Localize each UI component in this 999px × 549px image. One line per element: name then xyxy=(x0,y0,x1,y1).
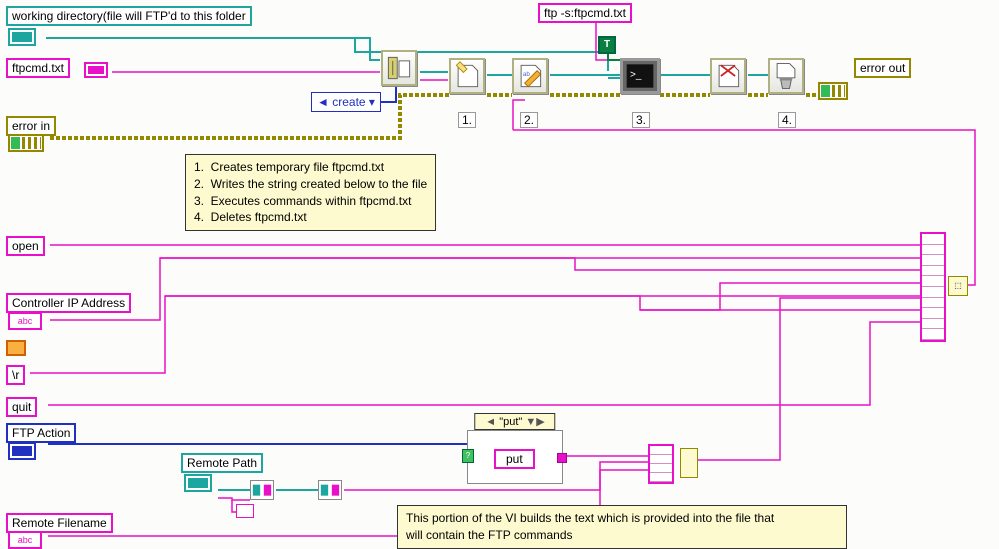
remote-path-terminal[interactable] xyxy=(184,474,212,492)
system-exec-node[interactable]: >_ xyxy=(620,58,660,94)
remote-filename-label: Remote Filename xyxy=(6,513,113,533)
steps-note: 1. Creates temporary file ftpcmd.txt 2. … xyxy=(185,154,436,231)
ftp-s-const: ftp -s:ftpcmd.txt xyxy=(538,3,632,23)
case-output-tunnel xyxy=(557,453,567,463)
close-file-node[interactable] xyxy=(710,58,746,94)
error-in-terminal[interactable] xyxy=(8,134,44,152)
step-4: 4. xyxy=(778,112,796,128)
bool-true-const: T xyxy=(598,36,616,54)
ftpcmd-terminal[interactable] xyxy=(84,62,108,78)
write-text-node[interactable]: ab xyxy=(512,58,548,94)
put-const: put xyxy=(494,449,535,469)
remote-path-label: Remote Path xyxy=(181,453,263,473)
svg-text:>_: >_ xyxy=(630,70,642,81)
ftp-action-terminal[interactable] xyxy=(8,442,36,460)
step-3: 3. xyxy=(632,112,650,128)
svg-text:ab: ab xyxy=(523,71,530,78)
create-const[interactable]: create xyxy=(311,92,381,112)
case-selector-terminal: ? xyxy=(462,449,474,463)
step-1: 1. xyxy=(458,112,476,128)
concat-put-node[interactable] xyxy=(648,444,674,484)
format-node[interactable] xyxy=(680,448,698,478)
quit-const: quit xyxy=(6,397,37,417)
ftpcmd-label: ftpcmd.txt xyxy=(6,58,70,78)
controller-ip-label: Controller IP Address xyxy=(6,293,131,313)
build-path-node[interactable] xyxy=(381,50,417,86)
controller-ip-terminal[interactable] xyxy=(8,312,42,330)
working-dir-label: working directory(file will FTP'd to thi… xyxy=(6,6,252,26)
ftp-action-label: FTP Action xyxy=(6,423,76,443)
small-pink-node[interactable] xyxy=(236,504,254,518)
cr-const: \r xyxy=(6,365,25,385)
working-dir-terminal[interactable] xyxy=(8,28,36,46)
bottom-note: This portion of the VI builds the text w… xyxy=(397,505,847,549)
case-structure[interactable]: "put" ? put xyxy=(467,430,563,484)
case-selector[interactable]: "put" xyxy=(474,413,555,430)
concat-main-node[interactable] xyxy=(920,232,946,342)
concat-out-icon: ⬚ xyxy=(948,276,968,296)
strip-path-node[interactable] xyxy=(318,480,342,500)
open-const: open xyxy=(6,236,45,256)
path-to-string-node[interactable] xyxy=(250,480,274,500)
remote-filename-terminal[interactable] xyxy=(8,531,42,549)
error-in-label: error in xyxy=(6,116,56,136)
open-create-file-node[interactable] xyxy=(449,58,485,94)
slash-const xyxy=(6,340,26,356)
step-2: 2. xyxy=(520,112,538,128)
delete-file-node[interactable] xyxy=(768,58,804,94)
error-out-terminal[interactable] xyxy=(818,82,848,100)
error-out-label: error out xyxy=(854,58,911,78)
